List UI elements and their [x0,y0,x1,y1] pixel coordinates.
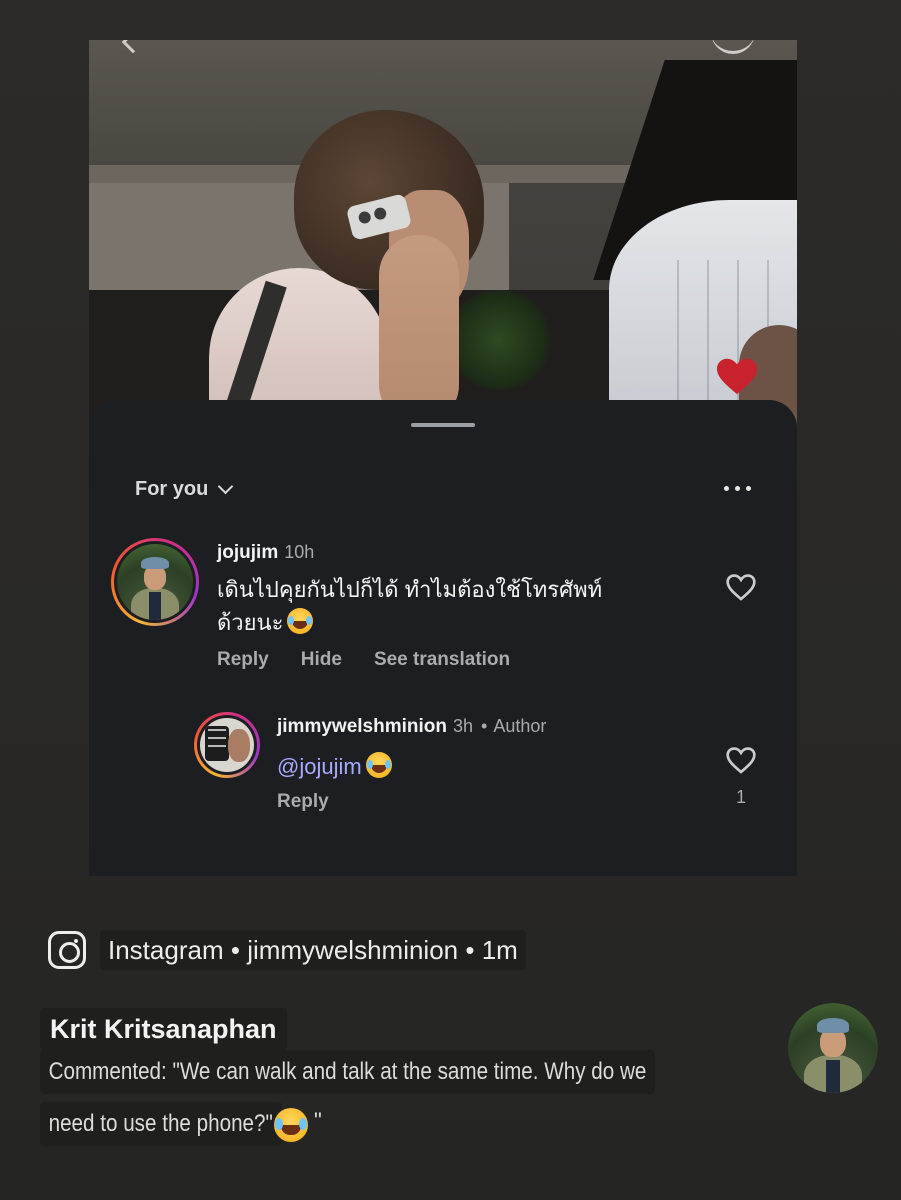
reply-time: 3h [452,716,474,736]
avatar[interactable] [194,712,260,778]
video-frame[interactable] [89,40,797,440]
commenter-avatar[interactable] [788,1003,878,1093]
reply-button[interactable]: Reply [217,649,269,671]
comments-sheet: For you jojujim 10h เดินไปคุยกันไปก็ได้ ท… [89,400,797,876]
heart-outline-icon[interactable] [725,745,757,775]
comment-line-1: Commented: "We can walk and talk at the … [40,1050,655,1094]
see-translation-button[interactable]: See translation [374,649,510,671]
heart-outline-icon[interactable] [725,572,757,602]
heart-filled-icon [717,358,757,395]
reply-button[interactable]: Reply [277,791,329,813]
comment-time: 10h [284,542,315,562]
share-source: Instagram • jimmywelshminion • 1m [48,930,526,970]
comment-actions: Reply Hide See translation [217,649,510,671]
source-attribution[interactable]: Instagram • jimmywelshminion • 1m [100,930,526,970]
more-options-button[interactable] [719,480,755,496]
like-count: 1 [735,787,746,807]
tears-of-joy-emoji [287,608,314,634]
instagram-icon [48,931,86,969]
comment-text: เดินไปคุยกันไปก็ได้ ทำไมต้องใช้โทรศัพท์ … [217,577,603,635]
story-screenshot: For you jojujim 10h เดินไปคุยกันไปก็ได้ ท… [0,0,901,1200]
drag-handle[interactable] [411,423,475,427]
reply-actions: Reply [277,791,329,813]
closing-quote: " [314,1108,322,1133]
chevron-down-icon [218,478,234,494]
avatar-jimmywelshminion [200,718,254,772]
author-badge: Author [493,716,547,736]
comment-line-2: need to use the phone?" [40,1102,282,1146]
comment-author[interactable]: jojujim 10h [217,542,314,564]
mention-link[interactable]: @jojujim [277,754,362,779]
tears-of-joy-emoji [365,752,392,778]
commenter-name: Krit Kritsanaphan [40,1008,287,1050]
tears-of-joy-emoji [274,1108,310,1144]
feed-filter-label: For you [135,477,209,500]
avatar[interactable] [111,538,199,626]
avatar-jojujim [117,544,193,620]
feed-filter-dropdown[interactable]: For you [135,476,234,502]
separator-dot: • [481,716,488,736]
reply-text: @jojujim [277,750,392,783]
hide-button[interactable]: Hide [301,649,342,671]
reply-author[interactable]: jimmywelshminion 3h • Author [277,716,546,738]
